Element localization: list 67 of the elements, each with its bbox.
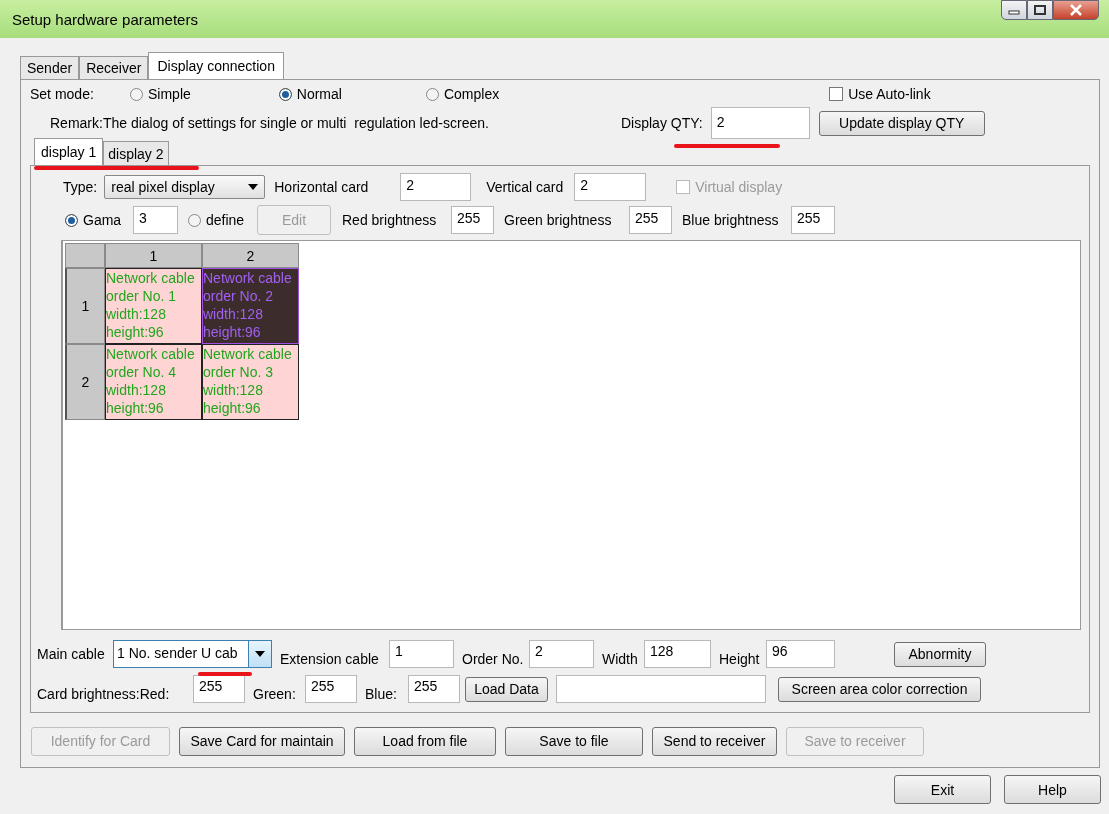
brightness-field[interactable]: 255 <box>451 206 494 234</box>
close-button[interactable] <box>1053 0 1099 20</box>
horizontal-card-field[interactable]: 2 <box>400 173 472 201</box>
brightness-label: Red brightness <box>342 212 438 228</box>
cable-field-label: Extension cable <box>280 650 380 667</box>
dropdown-arrow-icon <box>248 184 259 190</box>
gamma-radio[interactable]: Gama <box>65 212 133 228</box>
color-correction-button[interactable]: Screen area color correction <box>778 676 981 702</box>
action-button[interactable]: Load from file <box>354 726 496 756</box>
abnormity-button[interactable]: Abnormity <box>894 641 986 667</box>
close-icon <box>1069 4 1083 16</box>
maximize-icon <box>1034 5 1046 15</box>
cable-field[interactable]: 128 <box>644 640 711 668</box>
card-brightness-label: Blue: <box>365 685 398 702</box>
cable-field[interactable]: 2 <box>529 640 594 668</box>
display-qty-label: Display QTY: <box>621 115 703 131</box>
window-title: Setup hardware parameters <box>12 10 198 28</box>
tab[interactable]: Receiver <box>79 56 149 79</box>
brightness-field[interactable]: 255 <box>791 206 835 234</box>
vertical-card-label: Vertical card <box>486 179 565 195</box>
mode-radio[interactable]: Normal <box>278 86 342 102</box>
card-brightness-label: Card brightness:Red: <box>37 685 171 702</box>
type-label: Type: <box>63 179 98 195</box>
grid-corner <box>65 243 105 268</box>
mode-radio[interactable]: Complex <box>425 86 500 102</box>
data-path-field[interactable] <box>556 675 766 703</box>
auto-link-checkbox[interactable]: Use Auto-link <box>829 86 931 102</box>
cable-field[interactable]: 1 <box>389 640 454 668</box>
define-radio[interactable]: define <box>188 212 257 228</box>
card-brightness-label: Green: <box>253 685 297 702</box>
display-tab[interactable]: display 2 <box>103 141 169 165</box>
brightness-label: Green brightness <box>504 212 613 228</box>
tab[interactable]: Sender <box>20 56 80 79</box>
maximize-button[interactable] <box>1027 0 1053 20</box>
update-display-qty-button[interactable]: Update display QTY <box>818 110 985 136</box>
card-brightness-field[interactable]: 255 <box>193 675 245 703</box>
gamma-field[interactable]: 3 <box>133 206 178 234</box>
cable-field-label: Height <box>719 650 761 667</box>
brightness-field[interactable]: 255 <box>629 206 672 234</box>
set-mode-label: Set mode: <box>30 86 95 102</box>
row-header: 1 <box>65 268 105 344</box>
main-cable-label: Main cable <box>37 646 106 662</box>
remark-text: Remark:The dialog of settings for single or multi regulation led-screen. <box>50 115 490 131</box>
mode-radio[interactable]: Simple <box>130 86 191 102</box>
display-tab[interactable]: display 1 <box>34 138 104 165</box>
type-dropdown[interactable]: real pixel display <box>104 175 266 199</box>
cable-field[interactable]: 96 <box>766 640 835 668</box>
brightness-label: Blue brightness <box>682 212 780 228</box>
action-button[interactable]: Save Card for maintain <box>179 726 345 756</box>
action-button[interactable]: Send to receiver <box>652 726 777 756</box>
column-header: 1 <box>105 243 202 268</box>
card-brightness-field[interactable]: 255 <box>408 675 460 703</box>
row-header: 2 <box>65 344 105 420</box>
footer-button[interactable]: Exit <box>894 775 991 804</box>
horizontal-card-label: Horizontal card <box>274 179 370 195</box>
action-button[interactable]: Save to file <box>505 726 643 756</box>
load-data-button[interactable]: Load Data <box>465 676 548 702</box>
dropdown-arrow-icon <box>255 651 265 657</box>
annotation-underline <box>198 672 252 676</box>
tab[interactable]: Display connection <box>148 52 284 79</box>
card-brightness-field[interactable]: 255 <box>305 675 357 703</box>
column-header: 2 <box>202 243 299 268</box>
cable-field-label: Width <box>602 650 639 667</box>
minimize-button[interactable] <box>1001 0 1027 20</box>
cable-field-label: Order No. <box>462 650 525 667</box>
vertical-card-field[interactable]: 2 <box>574 173 647 201</box>
footer-button[interactable]: Help <box>1004 775 1101 804</box>
